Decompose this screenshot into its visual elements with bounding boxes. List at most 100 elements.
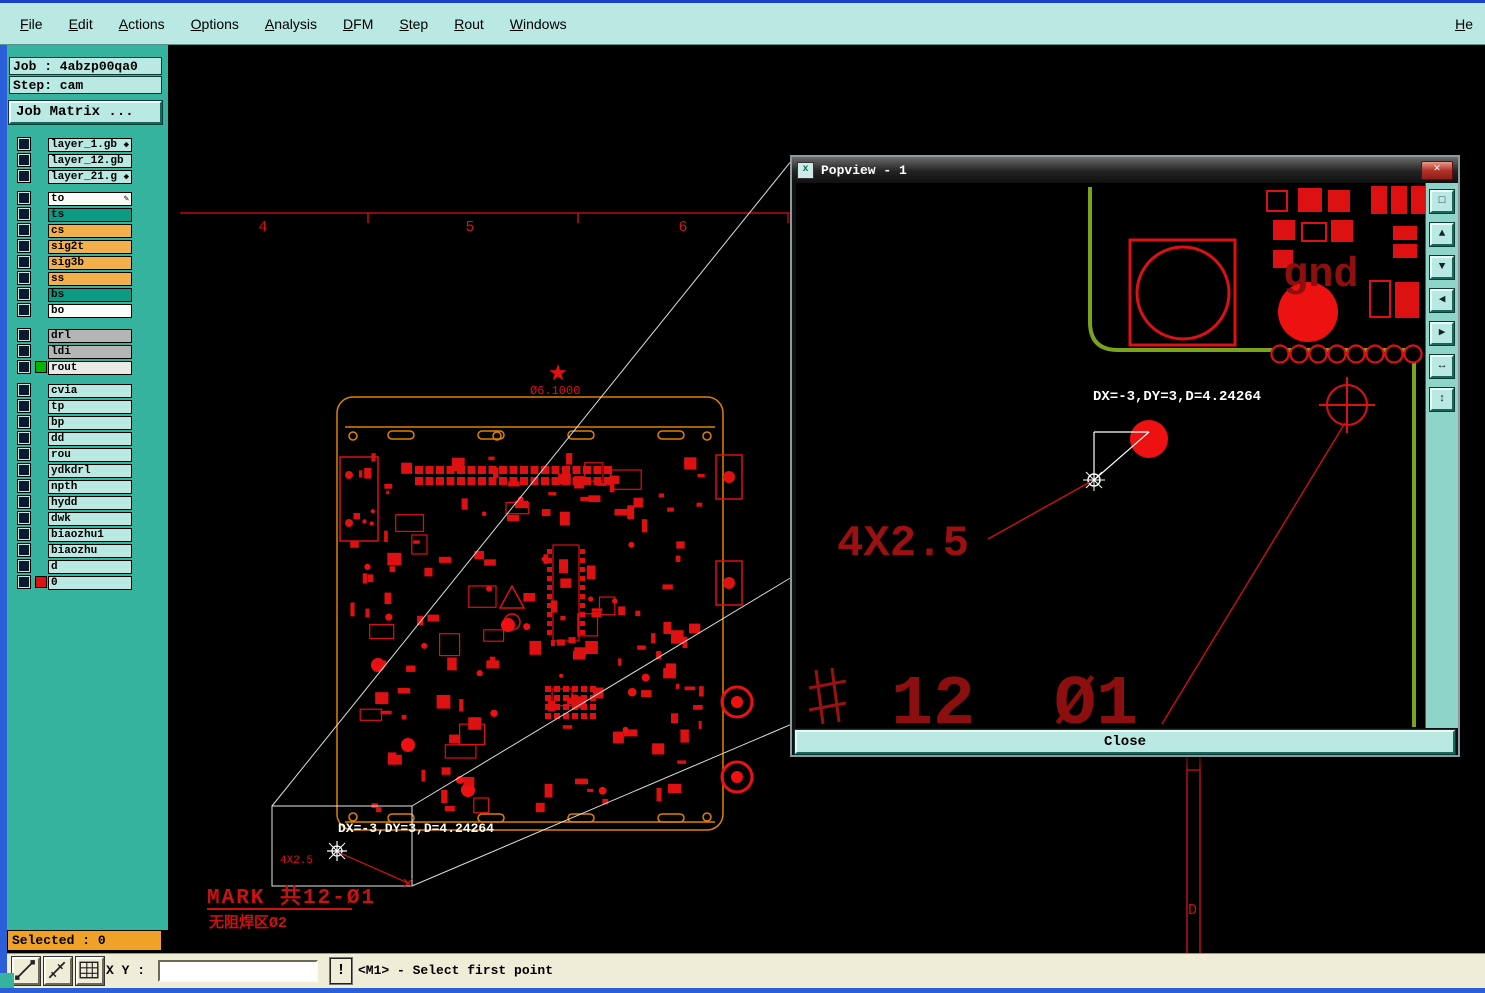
slot-symbol xyxy=(808,667,847,725)
layer-name-dwk[interactable]: dwk xyxy=(48,512,132,526)
menu-item-file[interactable]: File xyxy=(20,16,43,32)
layer-visibility-checkbox[interactable] xyxy=(17,255,31,269)
zoom-vertical-icon[interactable]: ↕ xyxy=(1429,387,1455,412)
menu-item-rout[interactable]: Rout xyxy=(454,16,484,32)
dim-label: 4X2.5 xyxy=(837,519,969,569)
layer-name-ts[interactable]: ts xyxy=(48,208,132,222)
layer-visibility-checkbox[interactable] xyxy=(17,303,31,317)
popview-window-icon: x xyxy=(797,161,814,179)
layer-name-biaozhu[interactable]: biaozhu xyxy=(48,544,132,558)
layer-visibility-checkbox[interactable] xyxy=(17,447,31,461)
layer-name-layer_21.g[interactable]: layer_21.g ◆ xyxy=(48,170,132,184)
layer-visibility-checkbox[interactable] xyxy=(17,383,31,397)
layer-list: layer_1.gb ◆ layer_12.gb layer_21.g ◆ to ✎ ts cs… xyxy=(7,137,168,597)
layer-row-rou: rou xyxy=(7,447,168,463)
layer-name-rou[interactable]: rou xyxy=(48,448,132,462)
layer-visibility-checkbox[interactable] xyxy=(17,271,31,285)
menu-item-options[interactable]: Options xyxy=(191,16,239,32)
layer-name-tp[interactable]: tp xyxy=(48,400,132,414)
layer-visibility-checkbox[interactable] xyxy=(17,287,31,301)
layer-row-to: to ✎ xyxy=(7,191,168,207)
big-diameter-label: Ø1 xyxy=(1054,666,1138,728)
layer-name-dd[interactable]: dd xyxy=(48,432,132,446)
layer-visibility-checkbox[interactable] xyxy=(17,431,31,445)
layer-visibility-checkbox[interactable] xyxy=(17,463,31,477)
menu-item-edit[interactable]: Edit xyxy=(69,16,93,32)
layer-name-sig3b[interactable]: sig3b xyxy=(48,256,132,270)
menu-items: File Edit Actions Options Analysis DFM Step Rou… xyxy=(20,16,567,32)
menu-item-windows[interactable]: Windows xyxy=(510,16,567,32)
menu-item-step[interactable]: Step xyxy=(399,16,428,32)
layer-name-ldi[interactable]: ldi xyxy=(48,345,132,359)
job-matrix-button[interactable]: Job Matrix ... xyxy=(8,100,163,125)
popview-title-bar[interactable]: x Popview - 1 ✕ xyxy=(792,157,1458,183)
popview-canvas[interactable]: gnd DX=-3,DY=3,D=4.24264 4X2.5 12 Ø1 xyxy=(796,183,1425,728)
layer-visibility-checkbox[interactable] xyxy=(17,344,31,358)
layer-row-dd: dd xyxy=(7,431,168,447)
menu-item-help[interactable]: He xyxy=(1455,16,1473,32)
layer-name-to[interactable]: to ✎ xyxy=(48,192,132,206)
layer-visibility-checkbox[interactable] xyxy=(17,495,31,509)
layer-row-layer_12.gb: layer_12.gb xyxy=(7,153,168,169)
layer-name-ydkdrl[interactable]: ydkdrl xyxy=(48,464,132,478)
layer-visibility-checkbox[interactable] xyxy=(17,360,31,374)
layer-name-layer_1.gb[interactable]: layer_1.gb ◆ xyxy=(48,138,132,152)
layer-visibility-checkbox[interactable] xyxy=(17,239,31,253)
layer-name-bp[interactable]: bp xyxy=(48,416,132,430)
layer-row-sig2t: sig2t xyxy=(7,239,168,255)
menu-item-analysis[interactable]: Analysis xyxy=(265,16,317,32)
layer-name-ss[interactable]: ss xyxy=(48,272,132,286)
line-tool-icon[interactable] xyxy=(11,956,41,986)
measure-readout: DX=-3,DY=3,D=4.24264 xyxy=(1093,389,1261,405)
layer-name-0[interactable]: 0 xyxy=(48,576,132,590)
layer-visibility-checkbox[interactable] xyxy=(17,399,31,413)
layer-row-drl: drl xyxy=(7,328,168,344)
layer-visibility-checkbox[interactable] xyxy=(17,559,31,573)
layer-visibility-checkbox[interactable] xyxy=(17,543,31,557)
view-window-icon[interactable]: □ xyxy=(1429,189,1455,214)
layer-visibility-checkbox[interactable] xyxy=(17,191,31,205)
layer-name-bo[interactable]: bo xyxy=(48,304,132,318)
layer-name-biaozhu1[interactable]: biaozhu1 xyxy=(48,528,132,542)
layer-name-drl[interactable]: drl xyxy=(48,329,132,343)
layer-name-bs[interactable]: bs xyxy=(48,288,132,302)
grid-tool-icon[interactable] xyxy=(75,956,105,986)
layer-name-hydd[interactable]: hydd xyxy=(48,496,132,510)
pan-right-icon[interactable]: ▶ xyxy=(1429,321,1455,346)
layer-name-layer_12.gb[interactable]: layer_12.gb xyxy=(48,154,132,168)
layer-visibility-checkbox[interactable] xyxy=(17,169,31,183)
layer-name-cs[interactable]: cs xyxy=(48,224,132,238)
layer-name-d[interactable]: d xyxy=(48,560,132,574)
layer-name-npth[interactable]: npth xyxy=(48,480,132,494)
layer-name-rout[interactable]: rout xyxy=(48,361,132,375)
layer-visibility-checkbox[interactable] xyxy=(17,137,31,151)
close-icon[interactable]: ✕ xyxy=(1421,160,1453,180)
measure-tool-icon[interactable] xyxy=(43,956,73,986)
pan-up-icon[interactable]: ▲ xyxy=(1429,222,1455,247)
layer-visibility-checkbox[interactable] xyxy=(17,223,31,237)
layer-visibility-checkbox[interactable] xyxy=(17,575,31,589)
menu-item-actions[interactable]: Actions xyxy=(119,16,165,32)
layer-suffix-icon: ◆ xyxy=(123,172,129,182)
coordinate-input[interactable] xyxy=(158,960,318,982)
pan-left-icon[interactable]: ◀ xyxy=(1429,288,1455,313)
layer-name-sig2t[interactable]: sig2t xyxy=(48,240,132,254)
layer-visibility-checkbox[interactable] xyxy=(17,207,31,221)
layer-row-ts: ts xyxy=(7,207,168,223)
pan-down-icon[interactable]: ▼ xyxy=(1429,255,1455,280)
popview-close-button[interactable]: Close xyxy=(794,729,1456,755)
layer-visibility-checkbox[interactable] xyxy=(17,527,31,541)
layer-visibility-checkbox[interactable] xyxy=(17,511,31,525)
zoom-horizontal-icon[interactable]: ↔ xyxy=(1429,354,1455,379)
layer-visibility-checkbox[interactable] xyxy=(17,479,31,493)
layer-row-bo: bo xyxy=(7,303,168,319)
menu-item-dfm[interactable]: DFM xyxy=(343,16,373,32)
layer-visibility-checkbox[interactable] xyxy=(17,153,31,167)
layer-visibility-checkbox[interactable] xyxy=(17,415,31,429)
layer-row-d: d xyxy=(7,559,168,575)
d-dimension-label: D xyxy=(1188,902,1197,919)
alert-button[interactable]: ! xyxy=(329,957,353,985)
layer-name-cvia[interactable]: cvia xyxy=(48,384,132,398)
prompt-message: <M1> - Select first point xyxy=(358,963,554,978)
layer-visibility-checkbox[interactable] xyxy=(17,328,31,342)
